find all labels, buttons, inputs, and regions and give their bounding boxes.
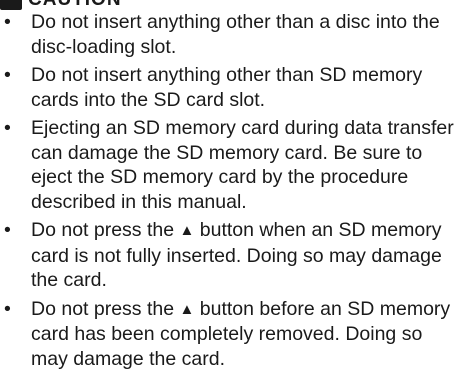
caution-item: • Do not press the ▲ button when an SD m… bbox=[0, 218, 455, 293]
caution-item-text: Do not insert anything other than SD mem… bbox=[31, 64, 423, 111]
bullet: • bbox=[4, 297, 11, 320]
bullet: • bbox=[4, 117, 11, 139]
bullet: • bbox=[4, 219, 11, 241]
caution-warning-icon bbox=[0, 0, 22, 10]
caution-item-text-before: Do not press the bbox=[31, 219, 180, 241]
caution-item: • Ejecting an SD memory card during data… bbox=[0, 116, 455, 214]
caution-page: CAUTION • Do not insert anything other t… bbox=[0, 0, 461, 370]
caution-list: • Do not insert anything other than a di… bbox=[0, 10, 455, 375]
caution-item-text: Ejecting an SD memory card during data t… bbox=[31, 117, 454, 213]
eject-icon: ▲ bbox=[179, 300, 195, 318]
caution-item: • Do not insert anything other than SD m… bbox=[0, 63, 455, 112]
bullet: • bbox=[4, 11, 11, 33]
caution-item-text: Do not insert anything other than a disc… bbox=[31, 11, 440, 58]
caution-item-text-before: Do not press the bbox=[31, 297, 180, 320]
caution-item: • Do not insert anything other than a di… bbox=[0, 10, 455, 59]
bullet: • bbox=[4, 64, 11, 86]
caution-item: • Do not press the ▲ button before an SD… bbox=[0, 297, 455, 372]
eject-icon: ▲ bbox=[179, 222, 195, 239]
